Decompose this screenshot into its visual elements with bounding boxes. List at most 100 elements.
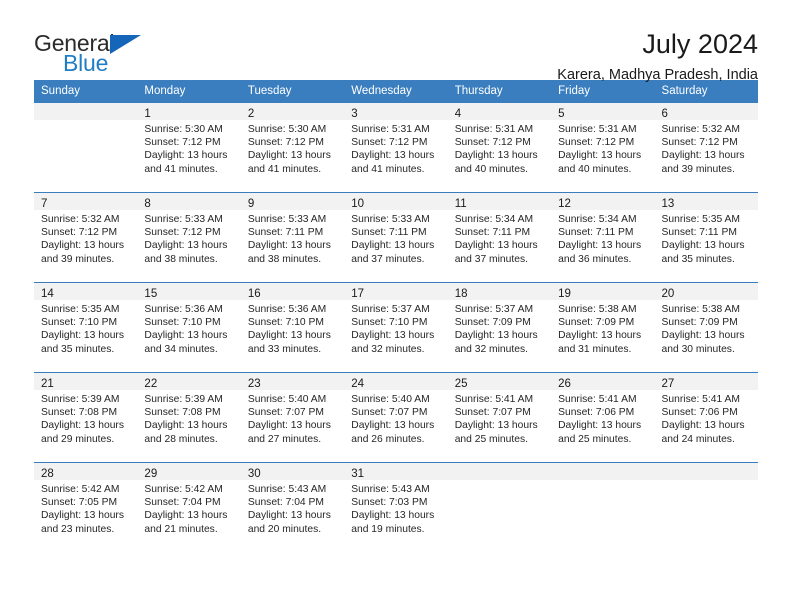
day-number: 29	[144, 468, 158, 480]
calendar-day-cell[interactable]: 17 Sunrise: 5:37 AM Sunset: 7:10 PM Dayligh…	[344, 282, 448, 373]
sunrise-text: Sunrise: 5:33 AM	[247, 214, 327, 225]
calendar-day-cell[interactable]: 16 Sunrise: 5:36 AM Sunset: 7:10 PM Dayligh…	[240, 282, 345, 373]
day-number: 28	[41, 468, 54, 480]
calendar-day-cell[interactable]: 18 Sunrise: 5:37 AM Sunset: 7:09 PM Dayligh…	[447, 282, 552, 373]
calendar-day-cell[interactable]: 27 Sunrise: 5:41 AM Sunset: 7:06 PM Dayligh…	[654, 372, 758, 463]
daylight-text-line2: and 19 minutes.	[351, 523, 425, 535]
daylight-text-line1: Daylight: 13 hours	[247, 330, 331, 342]
calendar-day-cell[interactable]: 29 Sunrise: 5:42 AM Sunset: 7:04 PM Dayligh…	[137, 462, 241, 553]
calendar-day-cell[interactable]: 9 Sunrise: 5:33 AM Sunset: 7:11 PM Daylight…	[240, 192, 345, 283]
day-number: 7	[41, 198, 48, 210]
sunrise-text: Sunrise: 5:41 AM	[454, 394, 534, 405]
day-sun-info: Sunrise: 5:36 AM Sunset: 7:10 PM Daylight:…	[137, 300, 240, 356]
day-number-band: 17	[344, 283, 448, 300]
calendar-day-cell[interactable]: 28 Sunrise: 5:42 AM Sunset: 7:05 PM Dayligh…	[34, 462, 138, 553]
calendar-day-cell[interactable]: 12 Sunrise: 5:34 AM Sunset: 7:11 PM Dayligh…	[551, 192, 655, 283]
calendar-day-cell[interactable]: 31 Sunrise: 5:43 AM Sunset: 7:03 PM Dayligh…	[344, 462, 448, 553]
day-number: 10	[351, 198, 365, 210]
calendar-day-cell[interactable]: 5 Sunrise: 5:31 AM Sunset: 7:12 PM Daylight…	[551, 102, 655, 193]
sunrise-text: Sunrise: 5:32 AM	[41, 214, 120, 225]
sunset-text: Sunset: 7:08 PM	[144, 407, 221, 419]
sunrise-text: Sunrise: 5:41 AM	[558, 394, 637, 405]
calendar-day-cell[interactable]: 8 Sunrise: 5:33 AM Sunset: 7:12 PM Daylight…	[137, 192, 241, 283]
calendar-day-cell[interactable]: 4 Sunrise: 5:31 AM Sunset: 7:12 PM Daylight…	[447, 102, 552, 193]
calendar-week-row: 28 Sunrise: 5:42 AM Sunset: 7:05 PM Dayligh…	[34, 462, 758, 553]
calendar-day-cell[interactable]: 19 Sunrise: 5:38 AM Sunset: 7:09 PM Dayligh…	[551, 282, 655, 373]
daylight-text-line1: Daylight: 13 hours	[454, 420, 538, 432]
day-number: 1	[144, 108, 151, 120]
weekday-header-tuesday: Tuesday	[240, 80, 345, 103]
daylight-text-line2: and 26 minutes.	[351, 433, 425, 445]
calendar-day-cell[interactable]: 15 Sunrise: 5:36 AM Sunset: 7:10 PM Dayligh…	[137, 282, 241, 373]
day-sun-info: Sunrise: 5:41 AM Sunset: 7:07 PM Daylight:…	[448, 390, 551, 446]
calendar-day-cell[interactable]: 23 Sunrise: 5:40 AM Sunset: 7:07 PM Dayligh…	[240, 372, 345, 463]
daylight-text-line2: and 27 minutes.	[247, 433, 322, 445]
calendar-day-cell[interactable]: 21 Sunrise: 5:39 AM Sunset: 7:08 PM Dayligh…	[34, 372, 138, 463]
day-number: 26	[558, 378, 571, 390]
calendar-day-cell[interactable]: 13 Sunrise: 5:35 AM Sunset: 7:11 PM Dayligh…	[654, 192, 758, 283]
daylight-text-line1: Daylight: 13 hours	[247, 240, 331, 252]
day-sun-info: Sunrise: 5:31 AM Sunset: 7:12 PM Daylight:…	[344, 120, 447, 176]
day-number-band: 11	[447, 193, 552, 210]
sunrise-text: Sunrise: 5:37 AM	[351, 304, 430, 315]
day-number-band: 22	[137, 373, 241, 390]
calendar-day-cell[interactable]: 24 Sunrise: 5:40 AM Sunset: 7:07 PM Dayligh…	[344, 372, 448, 463]
calendar-day-cell[interactable]: 20 Sunrise: 5:38 AM Sunset: 7:09 PM Dayligh…	[654, 282, 758, 373]
day-number: 3	[351, 108, 358, 120]
day-sun-info: Sunrise: 5:35 AM Sunset: 7:10 PM Daylight:…	[34, 300, 137, 356]
calendar-day-cell-empty	[34, 102, 138, 193]
day-sun-info: Sunrise: 5:42 AM Sunset: 7:04 PM Daylight:…	[137, 480, 240, 536]
daylight-text-line2: and 41 minutes.	[247, 163, 322, 175]
day-number: 17	[351, 288, 365, 300]
calendar-day-cell[interactable]: 7 Sunrise: 5:32 AM Sunset: 7:12 PM Daylight…	[34, 192, 138, 283]
calendar-day-cell[interactable]: 22 Sunrise: 5:39 AM Sunset: 7:08 PM Dayligh…	[137, 372, 241, 463]
day-number: 27	[661, 378, 675, 390]
daylight-text-line1: Daylight: 13 hours	[558, 150, 642, 162]
day-number: 2	[247, 108, 255, 120]
day-number-band: 16	[240, 283, 345, 300]
day-number: 23	[247, 378, 261, 390]
calendar-day-cell[interactable]: 26 Sunrise: 5:41 AM Sunset: 7:06 PM Dayligh…	[551, 372, 655, 463]
day-number-band: 3	[344, 103, 448, 120]
calendar-week-row: 7 Sunrise: 5:32 AM Sunset: 7:12 PM Daylight…	[34, 192, 758, 283]
calendar-day-cell[interactable]: 30 Sunrise: 5:43 AM Sunset: 7:04 PM Dayligh…	[240, 462, 345, 553]
sunrise-text: Sunrise: 5:30 AM	[144, 124, 223, 135]
calendar-day-cell[interactable]: 6 Sunrise: 5:32 AM Sunset: 7:12 PM Daylight…	[654, 102, 758, 193]
calendar-day-cell[interactable]: 1 Sunrise: 5:30 AM Sunset: 7:12 PM Daylight…	[137, 102, 241, 193]
daylight-text-line2: and 29 minutes.	[41, 433, 115, 445]
calendar-grid: Sunday Monday Tuesday Wednesday Thursday Frid…	[34, 80, 758, 553]
daylight-text-line2: and 35 minutes.	[661, 253, 735, 265]
sunrise-text: Sunrise: 5:30 AM	[247, 124, 327, 135]
sunset-text: Sunset: 7:12 PM	[144, 227, 221, 239]
daylight-text-line2: and 31 minutes.	[558, 343, 632, 355]
sunset-text: Sunset: 7:10 PM	[351, 317, 428, 329]
calendar-day-cell[interactable]: 14 Sunrise: 5:35 AM Sunset: 7:10 PM Dayligh…	[34, 282, 138, 373]
day-number-band: 23	[240, 373, 345, 390]
calendar-body: 1 Sunrise: 5:30 AM Sunset: 7:12 PM Daylight…	[34, 102, 758, 553]
day-number-band: 28	[34, 463, 138, 480]
calendar-day-cell[interactable]: 11 Sunrise: 5:34 AM Sunset: 7:11 PM Dayligh…	[447, 192, 552, 283]
day-number: 25	[454, 378, 468, 390]
day-number-band: 15	[137, 283, 241, 300]
sunset-text: Sunset: 7:09 PM	[558, 317, 635, 329]
daylight-text-line2: and 28 minutes.	[144, 433, 218, 445]
daylight-text-line2: and 34 minutes.	[144, 343, 218, 355]
calendar-day-cell[interactable]: 25 Sunrise: 5:41 AM Sunset: 7:07 PM Dayligh…	[447, 372, 552, 463]
page-title: July 2024	[642, 29, 758, 59]
daylight-text-line1: Daylight: 13 hours	[454, 150, 538, 162]
daylight-text-line2: and 37 minutes.	[351, 253, 425, 265]
day-sun-info: Sunrise: 5:38 AM Sunset: 7:09 PM Daylight:…	[655, 300, 758, 356]
day-sun-info: Sunrise: 5:35 AM Sunset: 7:11 PM Daylight:…	[655, 210, 758, 266]
sunset-text: Sunset: 7:10 PM	[247, 317, 324, 329]
calendar-day-cell[interactable]: 2 Sunrise: 5:30 AM Sunset: 7:12 PM Daylight…	[240, 102, 345, 193]
day-number-band: 18	[447, 283, 552, 300]
day-number-band: 31	[344, 463, 448, 480]
weekday-header-thursday: Thursday	[447, 80, 552, 103]
calendar-day-cell[interactable]: 3 Sunrise: 5:31 AM Sunset: 7:12 PM Daylight…	[344, 102, 448, 193]
sunrise-text: Sunrise: 5:35 AM	[41, 304, 120, 315]
daylight-text-line1: Daylight: 13 hours	[41, 420, 124, 432]
day-number-band	[654, 463, 758, 480]
general-blue-logo[interactable]: General Blue	[34, 30, 150, 78]
calendar-day-cell[interactable]: 10 Sunrise: 5:33 AM Sunset: 7:11 PM Dayligh…	[344, 192, 448, 283]
daylight-text-line2: and 40 minutes.	[454, 163, 528, 175]
